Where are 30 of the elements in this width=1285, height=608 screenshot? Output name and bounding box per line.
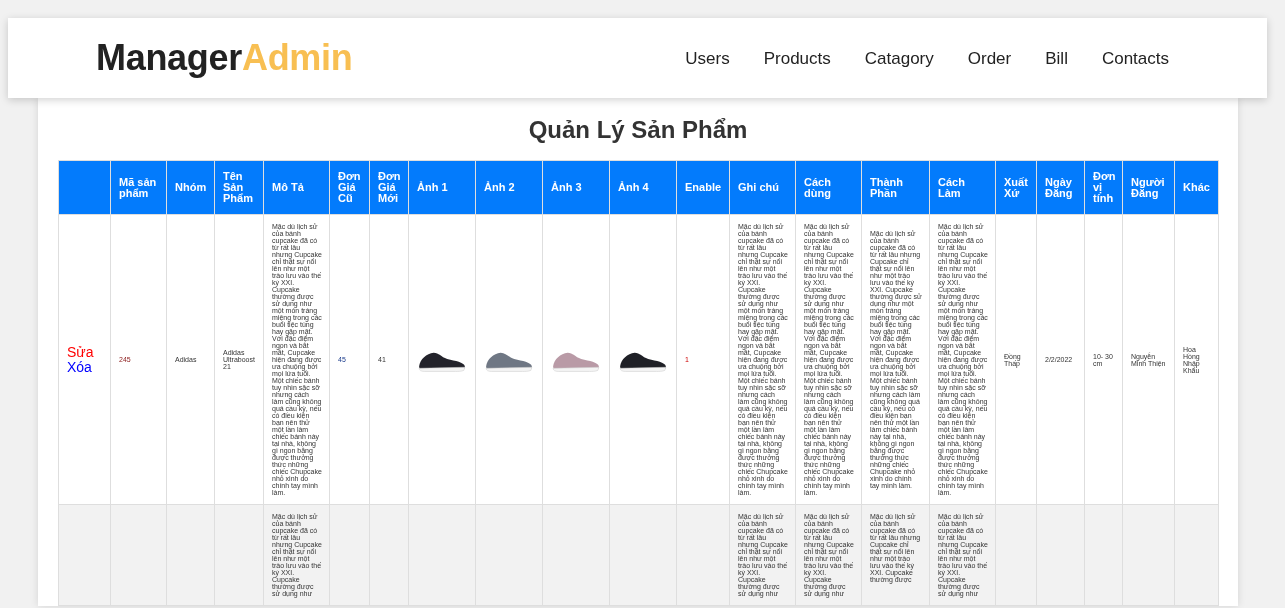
column-header: Người Đăng (1122, 160, 1175, 215)
column-header: Nhóm (166, 160, 215, 215)
delete-link[interactable]: Xóa (67, 359, 92, 375)
edit-link[interactable]: Sửa (67, 344, 94, 360)
column-header: Tên Sản Phẩm (214, 160, 264, 215)
column-header: Mã sản phẩm (110, 160, 167, 215)
column-header: Ảnh 3 (542, 160, 610, 215)
column-header: Ghi chú (729, 160, 796, 215)
nav-link[interactable]: Users (685, 49, 730, 69)
column-header: Cách Làm (929, 160, 996, 215)
column-header: Enable (676, 160, 730, 215)
column-header: Ngày Đăng (1036, 160, 1085, 215)
column-header: Đơn Giá Mới (369, 160, 409, 215)
column-header: Đơn vị tính (1084, 160, 1123, 215)
column-header: Ảnh 2 (475, 160, 543, 215)
logo[interactable]: ManagerAdmin (96, 37, 353, 79)
column-header: Xuất Xứ (995, 160, 1037, 215)
nav-link[interactable]: Products (763, 49, 831, 69)
nav-link[interactable]: Catagory (864, 49, 934, 69)
nav-link[interactable]: Contacts (1101, 49, 1169, 69)
nav-link[interactable]: Order (967, 49, 1012, 69)
column-header: Thành Phần (861, 160, 930, 215)
column-header: Ảnh 4 (609, 160, 677, 215)
column-header: Cách dùng (795, 160, 862, 215)
column-header: Đơn Giá Cũ (329, 160, 370, 215)
column-header: Ảnh 1 (408, 160, 476, 215)
column-header: Mô Tả (263, 160, 330, 215)
page-title: Quản Lý Sản Phẩm (527, 116, 749, 144)
nav-link[interactable]: Bill (1045, 49, 1068, 69)
column-header: Khác (1174, 160, 1219, 215)
